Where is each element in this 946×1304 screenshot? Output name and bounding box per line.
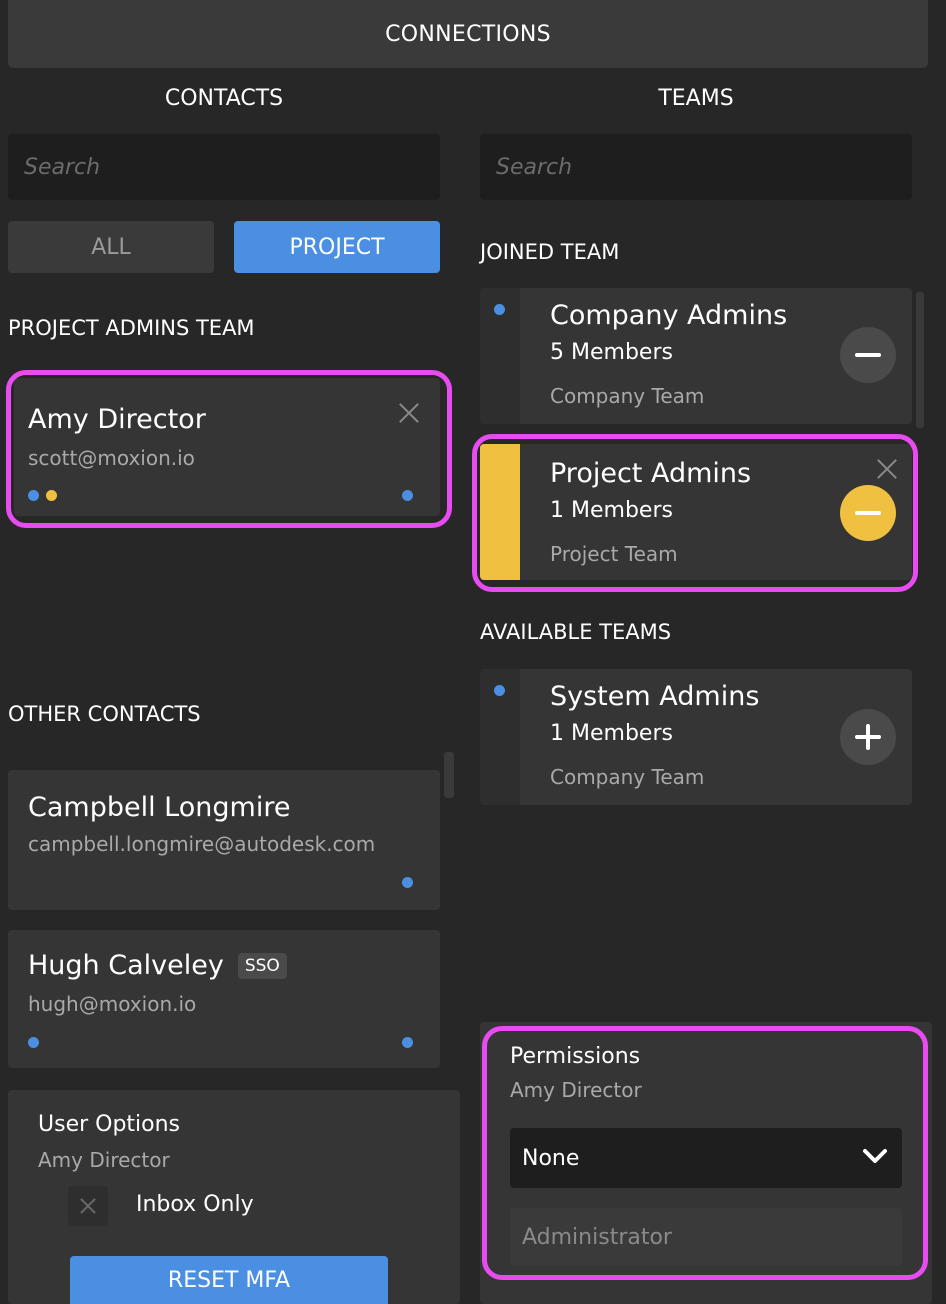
- join-team-button[interactable]: [840, 709, 896, 765]
- status-dot-icon: [46, 490, 57, 501]
- permissions-select[interactable]: None: [510, 1128, 902, 1188]
- project-admins-team-heading: PROJECT ADMINS TEAM: [8, 316, 255, 340]
- team-type: Company Team: [550, 384, 705, 408]
- contact-name: Hugh Calveley: [28, 950, 224, 981]
- status-dot-icon: [402, 877, 413, 888]
- team-members: 5 Members: [550, 340, 673, 365]
- filter-project-button[interactable]: PROJECT: [234, 221, 440, 273]
- contact-name-row: Hugh Calveley SSO: [28, 950, 287, 981]
- contact-name: Campbell Longmire: [28, 792, 291, 823]
- status-dot-icon: [402, 490, 413, 501]
- status-dot-icon: [402, 1037, 413, 1048]
- teams-search-input[interactable]: [480, 134, 912, 200]
- team-type: Project Team: [550, 542, 678, 566]
- permissions-title: Permissions: [510, 1044, 641, 1069]
- team-type: Company Team: [550, 765, 705, 789]
- team-card-project-admins[interactable]: Project Admins 1 Members Project Team: [480, 444, 912, 580]
- filter-all-button[interactable]: ALL: [8, 221, 214, 273]
- team-name: Project Admins: [550, 458, 752, 489]
- teams-title: TEAMS: [658, 86, 734, 111]
- team-name: Company Admins: [550, 300, 788, 331]
- team-name: System Admins: [550, 681, 760, 712]
- other-contacts-heading: OTHER CONTACTS: [8, 702, 201, 726]
- status-dot-icon: [494, 304, 505, 315]
- reset-mfa-label: RESET MFA: [167, 1267, 291, 1293]
- inbox-only-label: Inbox Only: [136, 1192, 254, 1217]
- status-dot-icon: [28, 490, 39, 501]
- contact-email: hugh@moxion.io: [28, 992, 197, 1016]
- close-icon[interactable]: [876, 458, 898, 480]
- remove-contact-icon[interactable]: [398, 402, 420, 424]
- teams-scrollbar[interactable]: [916, 292, 924, 428]
- user-options-title: User Options: [38, 1112, 181, 1137]
- connections-header: CONNECTIONS: [8, 0, 928, 68]
- inbox-only-checkbox[interactable]: [68, 1186, 108, 1226]
- contacts-search-input[interactable]: [8, 134, 440, 200]
- contact-card-amy-director[interactable]: Amy Director scott@moxion.io: [14, 378, 440, 516]
- contact-email: campbell.longmire@autodesk.com: [28, 832, 376, 856]
- team-stripe: [480, 444, 520, 580]
- leave-team-button[interactable]: [840, 485, 896, 541]
- contact-email: scott@moxion.io: [28, 446, 195, 470]
- available-teams-heading: AVAILABLE TEAMS: [480, 620, 672, 644]
- permissions-option-label: Administrator: [522, 1224, 672, 1250]
- contacts-scrollbar[interactable]: [444, 752, 454, 798]
- team-card-company-admins[interactable]: Company Admins 5 Members Company Team: [480, 288, 912, 424]
- plus-icon: [866, 724, 870, 750]
- leave-team-button[interactable]: [840, 327, 896, 383]
- permissions-user: Amy Director: [510, 1078, 642, 1102]
- contacts-title: CONTACTS: [164, 86, 284, 111]
- permissions-selected-value: None: [522, 1145, 580, 1171]
- minus-icon: [855, 353, 881, 357]
- permissions-option-administrator[interactable]: Administrator: [510, 1208, 902, 1266]
- contact-card-campbell-longmire[interactable]: Campbell Longmire campbell.longmire@auto…: [8, 770, 440, 910]
- user-options-user: Amy Director: [38, 1148, 170, 1172]
- contact-name: Amy Director: [28, 404, 206, 435]
- team-members: 1 Members: [550, 721, 673, 746]
- user-options-panel: User Options Amy Director Inbox Only RES…: [8, 1090, 460, 1304]
- permissions-panel: Permissions Amy Director None Administra…: [480, 1022, 932, 1304]
- filter-project-label: PROJECT: [289, 234, 385, 260]
- team-card-system-admins[interactable]: System Admins 1 Members Company Team: [480, 669, 912, 805]
- team-members: 1 Members: [550, 498, 673, 523]
- status-dot-icon: [494, 685, 505, 696]
- contact-card-hugh-calveley[interactable]: Hugh Calveley SSO hugh@moxion.io: [8, 930, 440, 1068]
- status-dot-icon: [28, 1037, 39, 1048]
- reset-mfa-button[interactable]: RESET MFA: [70, 1256, 388, 1304]
- minus-icon: [855, 511, 881, 515]
- header-title: CONNECTIONS: [385, 21, 551, 47]
- sso-badge: SSO: [237, 952, 287, 979]
- chevron-down-icon: [863, 1149, 887, 1163]
- joined-team-heading: JOINED TEAM: [480, 240, 620, 264]
- filter-all-label: ALL: [91, 234, 131, 260]
